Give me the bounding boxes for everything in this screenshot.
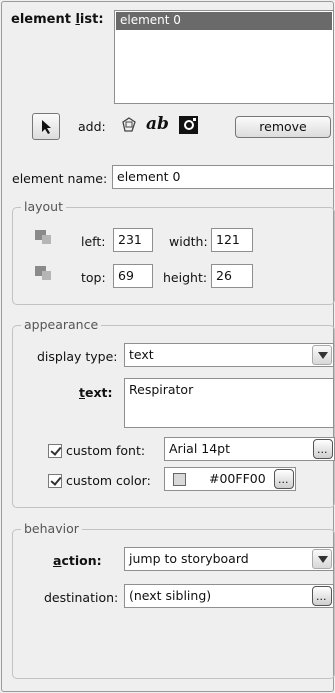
remove-button[interactable]: remove [235,116,331,138]
text-field[interactable]: Respirator [124,378,334,428]
text-label-rest: ext: [84,385,113,400]
appearance-group: appearance display type: text text: Resp… [12,317,335,508]
layout-position-icon [35,230,51,244]
element-name-field[interactable]: element 0 [112,165,334,189]
height-field[interactable]: 26 [211,264,253,288]
destination-field[interactable]: (next sibling) [124,584,334,608]
dropdown-arrow-icon[interactable] [312,549,332,569]
text-label: text: [79,385,113,400]
shape-tool-icon[interactable] [120,116,138,134]
left-label: left: [81,234,106,249]
behavior-group: behavior action: jump to storyboard dest… [12,521,335,679]
action-value: jump to storyboard [129,551,249,566]
display-type-select[interactable]: text [124,343,334,367]
custom-font-value: Arial 14pt [169,441,231,456]
custom-color-label: custom color: [66,473,151,488]
color-swatch [173,473,186,486]
ellipsis-icon[interactable] [274,469,294,490]
element-name-label: element name: [12,171,108,186]
top-field[interactable]: 69 [113,264,153,288]
element-properties-panel: element list: element 0 add: ab remove e… [1,1,335,692]
top-label: top: [81,270,106,285]
left-field[interactable]: 231 [113,228,153,252]
custom-color-value: #00FF00 [209,471,266,486]
destination-label: destination: [44,590,119,605]
select-tool-button[interactable] [32,113,60,140]
display-type-value: text [129,347,154,362]
add-label: add: [78,119,106,134]
width-label: width: [169,234,208,249]
dropdown-arrow-icon[interactable] [312,345,332,365]
custom-font-label: custom font: [66,443,146,458]
element-list[interactable]: element 0 [114,10,334,104]
element-list-label-prefix: element [11,12,76,27]
text-tool-icon[interactable]: ab [146,114,169,134]
layout-size-icon [35,266,51,280]
action-label-rest: ction: [61,553,102,568]
action-label: action: [53,553,102,568]
behavior-title: behavior [21,521,82,536]
element-list-label: element list: [11,12,104,27]
width-field[interactable]: 121 [211,228,253,252]
pointer-icon [42,120,51,134]
custom-color-checkbox[interactable] [48,474,62,488]
height-label: height: [163,270,208,285]
element-list-label-suffix: ist: [79,12,104,27]
custom-font-field[interactable]: Arial 14pt [164,437,335,461]
list-item[interactable]: element 0 [116,12,332,30]
ellipsis-icon[interactable] [312,586,332,607]
action-select[interactable]: jump to storyboard [124,547,334,571]
layout-title: layout [21,199,67,214]
layout-group: layout left: 231 width: 121 top: 69 heig… [12,199,335,305]
ellipsis-icon[interactable] [313,439,333,460]
custom-color-field[interactable]: #00FF00 [164,467,296,491]
image-tool-icon[interactable] [178,114,200,136]
appearance-title: appearance [21,317,102,332]
display-type-label: display type: [37,349,118,364]
custom-font-checkbox[interactable] [48,444,62,458]
destination-value: (next sibling) [129,588,212,603]
